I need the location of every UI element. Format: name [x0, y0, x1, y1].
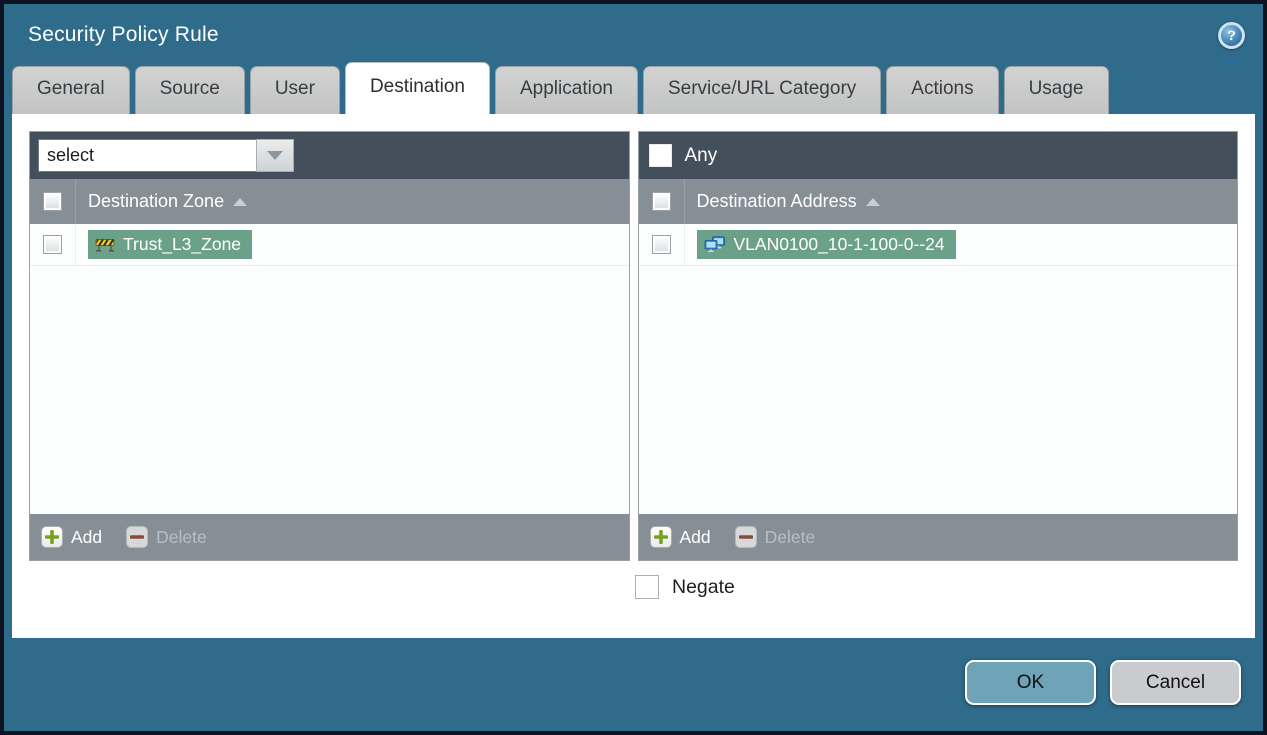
negate-label: Negate — [672, 575, 735, 598]
any-label: Any — [684, 144, 718, 166]
address-chip[interactable]: VLAN0100_10-1-100-0--24 — [696, 230, 956, 259]
zone-chip[interactable]: Trust_L3_Zone — [88, 230, 253, 259]
delete-address-button[interactable]: Delete — [734, 526, 816, 548]
zone-table-body: Trust_L3_Zone — [30, 224, 629, 514]
address-select-all-checkbox[interactable] — [651, 192, 671, 211]
question-mark-glyph: ? — [1221, 24, 1242, 46]
cancel-button[interactable]: Cancel — [1110, 660, 1241, 705]
destination-zone-panel: Destination Zone — [29, 131, 630, 561]
negate-checkbox[interactable] — [635, 575, 659, 599]
zone-row-checkbox[interactable] — [43, 235, 62, 254]
add-address-button[interactable]: Add — [649, 526, 711, 548]
tab-usage[interactable]: Usage — [1003, 66, 1109, 114]
ok-button[interactable]: OK — [965, 660, 1096, 705]
tab-strip: General Source User Destination Applicat… — [4, 62, 1263, 114]
address-column-header[interactable]: Destination Address — [685, 191, 880, 212]
negate-band: Negate — [29, 575, 1238, 599]
zone-chip-label: Trust_L3_Zone — [123, 234, 242, 254]
chevron-down-icon — [267, 151, 283, 160]
tab-destination[interactable]: Destination — [344, 62, 490, 114]
tab-actions[interactable]: Actions — [886, 66, 999, 114]
delete-label: Delete — [156, 526, 207, 547]
address-table-body: VLAN0100_10-1-100-0--24 — [638, 224, 1237, 514]
any-checkbox[interactable] — [648, 144, 672, 167]
negate-option: Negate — [632, 575, 1238, 599]
add-label: Add — [71, 526, 103, 547]
address-toolbar: Any — [638, 132, 1237, 179]
tab-user[interactable]: User — [249, 66, 340, 114]
zone-barrier-icon — [95, 237, 115, 252]
address-column-label: Destination Address — [696, 191, 857, 211]
plus-icon — [41, 526, 63, 548]
minus-icon — [734, 526, 757, 548]
zone-footer: Add Delete — [30, 514, 629, 560]
delete-label: Delete — [764, 526, 816, 547]
zone-table-header: Destination Zone — [30, 179, 629, 224]
zone-filter-dropdown-button[interactable] — [256, 139, 294, 172]
zone-toolbar — [30, 132, 629, 179]
address-footer: Add Delete — [638, 514, 1237, 560]
zone-column-label: Destination Zone — [88, 191, 225, 211]
zone-filter-combobox — [38, 139, 294, 172]
security-policy-rule-dialog: Security Policy Rule ? General Source Us… — [0, 0, 1267, 735]
dialog-titlebar: Security Policy Rule ? — [4, 4, 1263, 66]
network-computers-icon — [704, 236, 726, 253]
zone-filter-input[interactable] — [38, 139, 256, 172]
minus-icon — [126, 526, 149, 548]
delete-zone-button[interactable]: Delete — [126, 526, 207, 548]
add-label: Add — [679, 526, 711, 547]
add-zone-button[interactable]: Add — [41, 526, 102, 548]
sort-ascending-icon — [233, 197, 248, 206]
address-row-checkbox[interactable] — [651, 235, 671, 254]
plus-icon — [649, 526, 672, 548]
help-icon[interactable]: ? — [1218, 21, 1245, 49]
zone-column-header[interactable]: Destination Zone — [76, 191, 248, 212]
tab-source[interactable]: Source — [134, 66, 245, 114]
sort-ascending-icon — [865, 197, 880, 206]
table-row[interactable]: Trust_L3_Zone — [30, 224, 629, 266]
zone-select-all-checkbox[interactable] — [43, 192, 62, 211]
tab-service-url-category[interactable]: Service/URL Category — [642, 66, 882, 114]
dialog-action-bar: OK Cancel — [4, 638, 1263, 727]
tab-general[interactable]: General — [12, 66, 130, 114]
destination-tab-content: Destination Zone — [12, 114, 1255, 638]
address-chip-label: VLAN0100_10-1-100-0--24 — [733, 234, 945, 254]
destination-address-panel: Any Destination Address VLAN0100_10-1-10… — [637, 131, 1238, 561]
address-table-header: Destination Address — [638, 179, 1237, 224]
tab-application[interactable]: Application — [495, 66, 638, 114]
table-row[interactable]: VLAN0100_10-1-100-0--24 — [638, 224, 1237, 266]
dialog-title: Security Policy Rule — [28, 23, 219, 46]
